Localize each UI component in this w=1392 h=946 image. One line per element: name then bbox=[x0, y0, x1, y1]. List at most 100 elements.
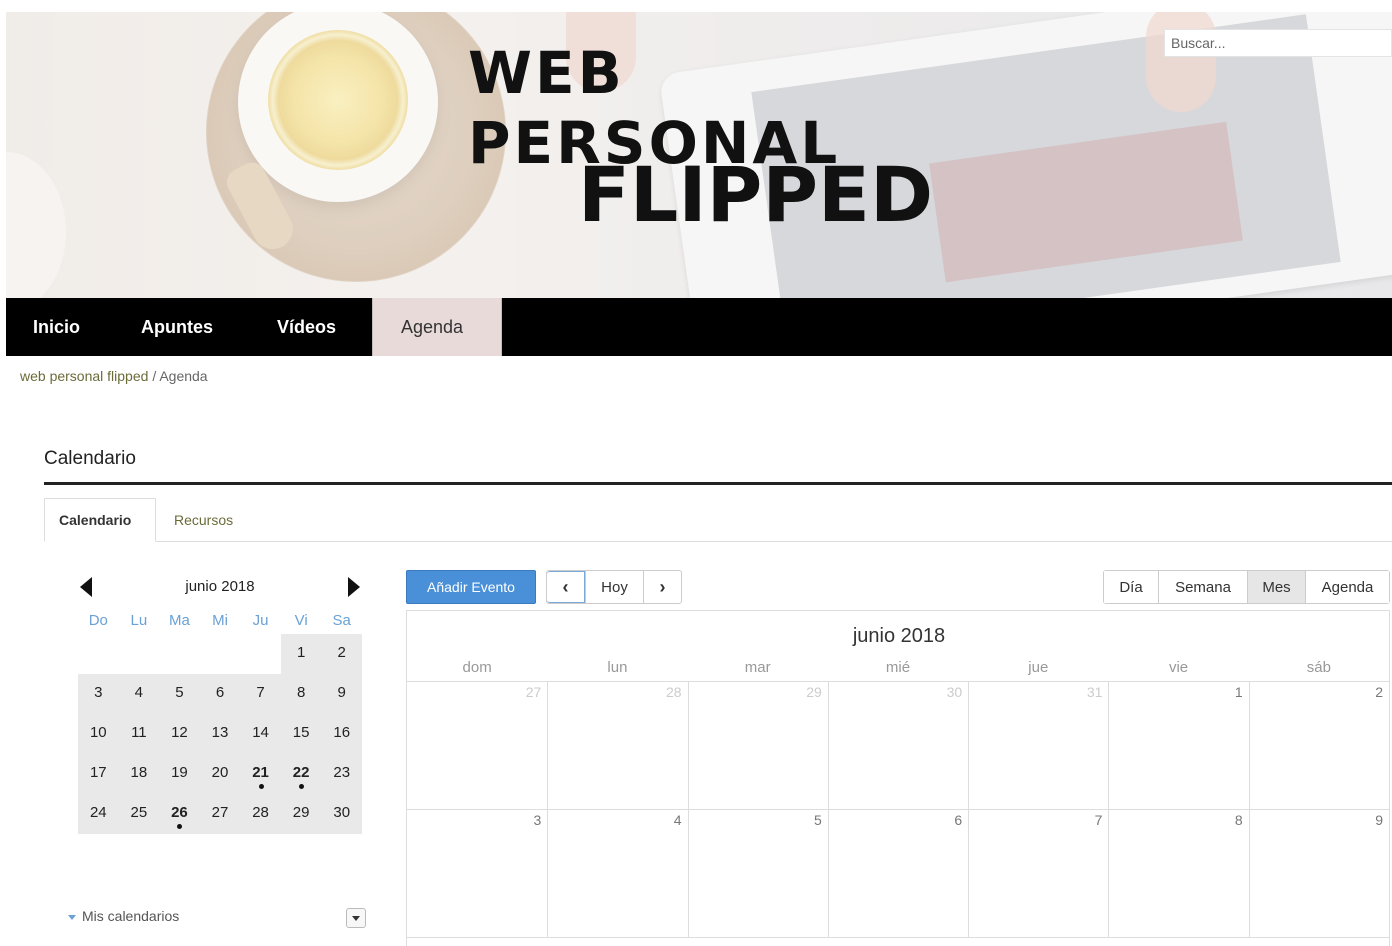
chevron-right-icon[interactable]: › bbox=[643, 571, 681, 603]
month-day-cell[interactable]: 29 bbox=[687, 682, 828, 809]
mini-day-number: 8 bbox=[296, 684, 306, 701]
month-day-cell[interactable]: 30 bbox=[827, 682, 968, 809]
month-day-cell[interactable]: 9 bbox=[1248, 810, 1389, 937]
mini-day-cell[interactable]: 18 bbox=[118, 754, 160, 794]
mini-day-cell[interactable]: 17 bbox=[78, 754, 119, 794]
month-weekday-label: mié bbox=[885, 659, 911, 676]
nav-item-apuntes[interactable]: Apuntes bbox=[114, 298, 250, 356]
mini-day-number: 12 bbox=[171, 724, 188, 741]
mini-day-cell[interactable]: 10 bbox=[78, 714, 119, 754]
mini-day-cell[interactable]: 12 bbox=[159, 714, 200, 754]
mini-day-cell[interactable]: 24 bbox=[78, 794, 119, 834]
nav-item-videos[interactable]: Vídeos bbox=[250, 298, 372, 356]
mini-day-number: 11 bbox=[131, 724, 147, 741]
mini-day-cell[interactable]: 3 bbox=[78, 674, 119, 714]
page-title: Calendario bbox=[44, 448, 136, 469]
month-day-cell[interactable]: 2 bbox=[1248, 682, 1389, 809]
month-day-cell[interactable]: 3 bbox=[407, 810, 547, 937]
mini-weekday-label: Sa bbox=[332, 612, 351, 629]
mini-day-cell[interactable]: 15 bbox=[280, 714, 322, 754]
view-week-button[interactable]: Semana bbox=[1158, 571, 1247, 603]
mini-day-cell[interactable]: 14 bbox=[240, 714, 281, 754]
month-day-cell[interactable]: 7 bbox=[968, 810, 1108, 937]
my-calendars-menu-button[interactable] bbox=[346, 908, 366, 928]
mini-week-row: 17 18 19 20 21 22 23 bbox=[78, 754, 362, 794]
mini-calendar-title: junio 2018 bbox=[185, 578, 255, 595]
mini-day-cell[interactable]: 11 bbox=[118, 714, 160, 754]
mini-weekday-label: Ma bbox=[169, 612, 190, 629]
month-day-cell[interactable]: 5 bbox=[687, 810, 828, 937]
mini-day-cell[interactable]: 1 bbox=[280, 634, 322, 674]
mini-calendar-next-icon[interactable] bbox=[348, 577, 360, 597]
mini-day-number: 15 bbox=[292, 724, 310, 741]
month-day-number: 31 bbox=[1086, 684, 1103, 700]
my-calendars-toggle[interactable]: Mis calendarios bbox=[68, 908, 179, 924]
mini-weekday-label: Ju bbox=[252, 612, 269, 629]
date-nav-group: ‹ Hoy › bbox=[546, 570, 682, 604]
mini-day-number: 2 bbox=[337, 644, 346, 661]
month-day-cell[interactable]: 6 bbox=[827, 810, 968, 937]
view-agenda-button[interactable]: Agenda bbox=[1305, 571, 1389, 603]
view-switcher: Día Semana Mes Agenda bbox=[1103, 570, 1390, 604]
mini-day-number: 6 bbox=[215, 684, 225, 701]
title-divider bbox=[44, 482, 1392, 485]
content-tabs: Calendario Recursos bbox=[44, 498, 1392, 542]
mini-day-cell[interactable]: 7 bbox=[240, 674, 281, 714]
today-button[interactable]: Hoy bbox=[585, 571, 643, 603]
search-input[interactable]: Buscar... bbox=[1164, 29, 1392, 57]
mini-day-cell[interactable]: 23 bbox=[321, 754, 362, 794]
mini-day-cell[interactable]: 9 bbox=[321, 674, 362, 714]
month-day-cell[interactable]: 31 bbox=[968, 682, 1108, 809]
mini-day-cell[interactable]: 22 bbox=[280, 754, 322, 794]
mini-day-cell[interactable]: 26 bbox=[159, 794, 200, 834]
mini-calendar-header: junio 2018 bbox=[78, 574, 362, 600]
chevron-left-icon[interactable]: ‹ bbox=[547, 571, 585, 603]
mini-day-cell[interactable]: 13 bbox=[199, 714, 241, 754]
month-title: junio 2018 bbox=[852, 625, 946, 647]
breadcrumb: web personal flipped / Agenda bbox=[20, 368, 208, 384]
month-day-cell[interactable]: 28 bbox=[547, 682, 687, 809]
tab-calendario[interactable]: Calendario bbox=[44, 498, 156, 542]
mini-day-cell[interactable]: 4 bbox=[118, 674, 160, 714]
month-day-cell[interactable]: 4 bbox=[547, 810, 687, 937]
view-month-button[interactable]: Mes bbox=[1247, 571, 1305, 603]
mini-day-number: 7 bbox=[256, 684, 265, 701]
mini-day-cell[interactable]: 21 bbox=[240, 754, 281, 794]
nav-item-agenda[interactable]: Agenda bbox=[372, 298, 502, 356]
month-weekday-label: lun bbox=[607, 659, 628, 676]
month-day-cell[interactable]: 1 bbox=[1108, 682, 1248, 809]
mini-day-number: 24 bbox=[89, 804, 107, 821]
view-day-button[interactable]: Día bbox=[1104, 571, 1158, 603]
month-week-row: 3 4 5 6 7 8 9 bbox=[407, 810, 1389, 938]
mini-day-cell[interactable]: 8 bbox=[280, 674, 322, 714]
add-event-button[interactable]: Añadir Evento bbox=[406, 570, 536, 604]
mini-day-cell[interactable]: 25 bbox=[118, 794, 160, 834]
mini-day-number: 14 bbox=[252, 724, 269, 741]
month-weekday-label: mar bbox=[744, 659, 771, 676]
month-day-number: 29 bbox=[806, 684, 822, 700]
mini-day-cell[interactable]: 5 bbox=[159, 674, 200, 714]
mini-day-cell[interactable]: 20 bbox=[199, 754, 241, 794]
mini-weekday-label: Lu bbox=[130, 612, 148, 629]
mini-day-cell[interactable]: 6 bbox=[199, 674, 241, 714]
month-day-cell[interactable]: 8 bbox=[1108, 810, 1248, 937]
month-day-cell[interactable]: 27 bbox=[407, 682, 547, 809]
mini-day-cell[interactable]: 28 bbox=[240, 794, 281, 834]
mini-week-row: 12 bbox=[78, 634, 362, 674]
main-nav: Inicio Apuntes Vídeos Agenda bbox=[6, 298, 1392, 356]
mini-day-cell[interactable]: 29 bbox=[280, 794, 322, 834]
tab-recursos[interactable]: Recursos bbox=[160, 498, 247, 542]
nav-item-inicio[interactable]: Inicio bbox=[6, 298, 114, 356]
breadcrumb-home-link[interactable]: web personal flipped bbox=[20, 368, 148, 384]
mini-day-cell[interactable]: 19 bbox=[159, 754, 200, 794]
mini-day-cell[interactable]: 27 bbox=[199, 794, 241, 834]
mini-day-cell[interactable]: 30 bbox=[321, 794, 362, 834]
mini-day-number: 29 bbox=[292, 804, 310, 821]
mini-week-row: 10 11 12 13 14 15 16 bbox=[78, 714, 362, 754]
mini-weekday-label: Do bbox=[88, 612, 108, 629]
event-dot-icon bbox=[299, 784, 305, 789]
mini-day-number: 22 bbox=[292, 764, 310, 781]
mini-day-empty bbox=[78, 634, 119, 674]
mini-day-cell[interactable]: 16 bbox=[321, 714, 362, 754]
mini-day-cell[interactable]: 2 bbox=[321, 634, 362, 674]
